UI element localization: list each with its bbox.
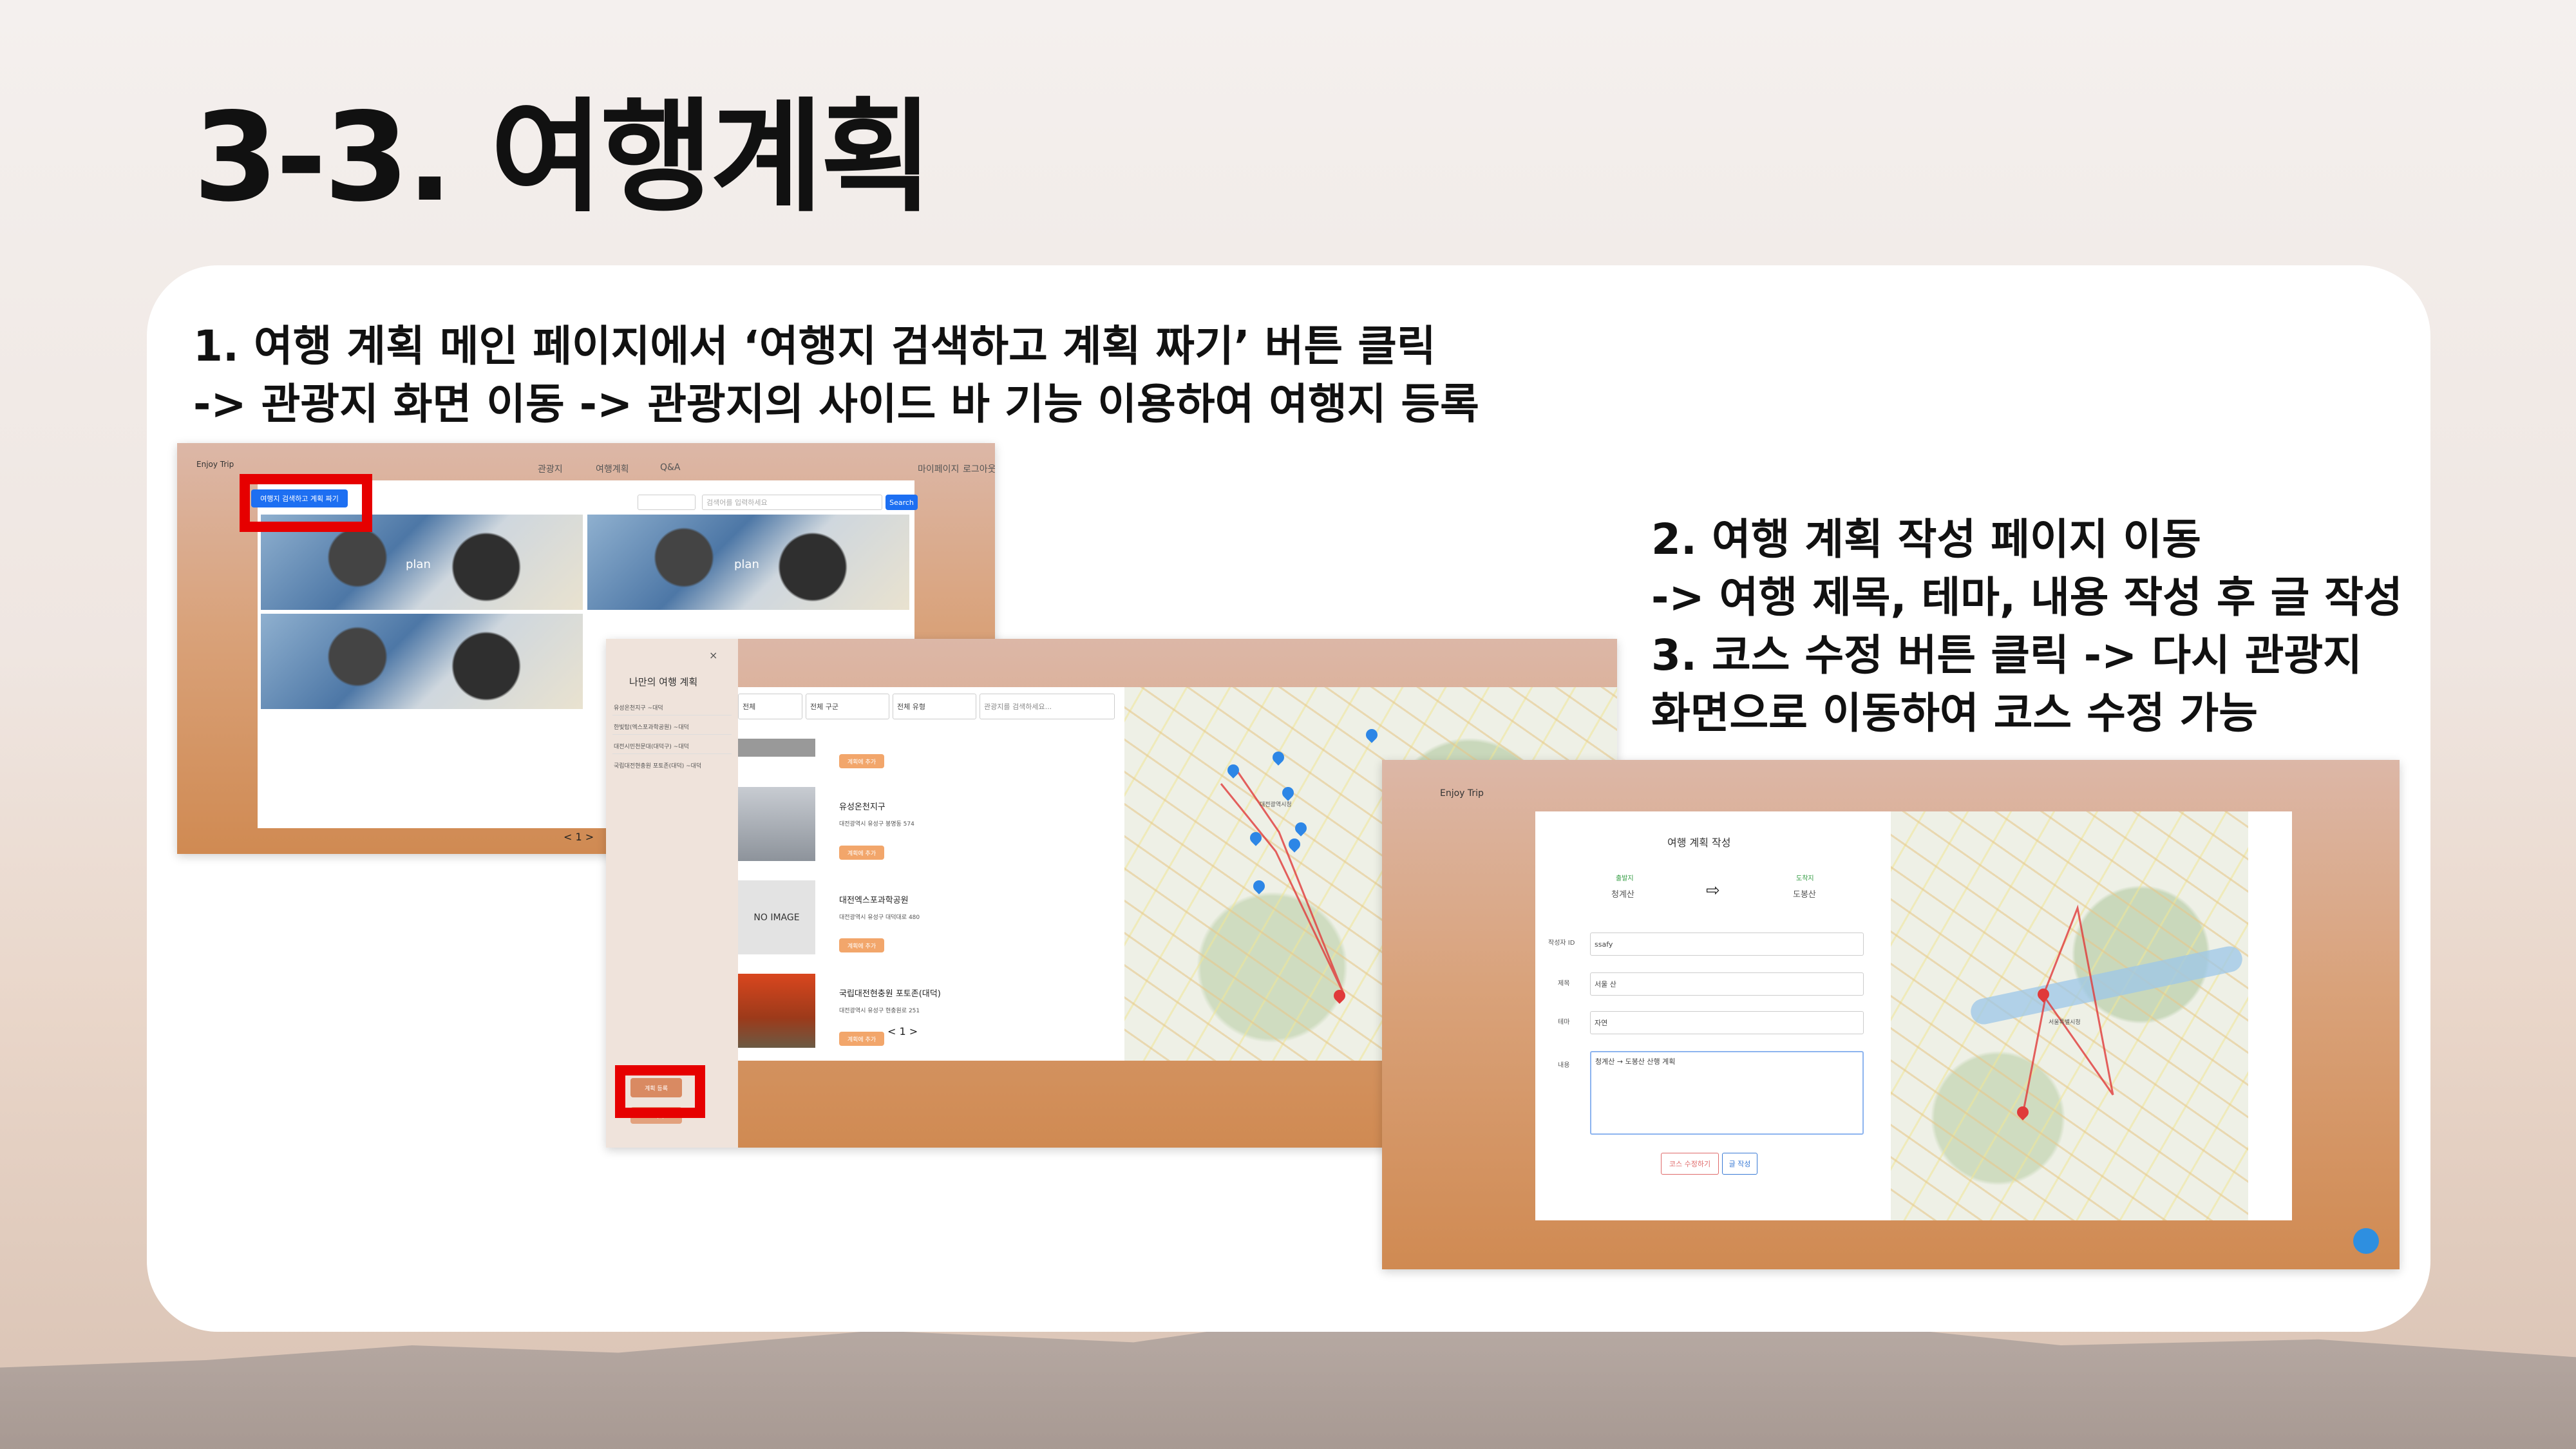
add-to-plan-button[interactable]: 계획에 추가 bbox=[839, 938, 884, 952]
step1-line1: 1. 여행 계획 메인 페이지에서 ‘여행지 검색하고 계획 짜기’ 버튼 클릭 bbox=[193, 321, 1436, 371]
add-to-plan-button[interactable]: 계획에 추가 bbox=[839, 846, 884, 860]
pager[interactable]: < 1 > bbox=[887, 1025, 918, 1037]
close-icon[interactable]: × bbox=[709, 649, 717, 661]
field-label: 내용 bbox=[1558, 1062, 1570, 1069]
add-to-plan-button[interactable]: 계획에 추가 bbox=[839, 754, 884, 768]
search-input[interactable]: 검색어를 입력하세요 bbox=[702, 495, 882, 510]
nav-qna[interactable]: Q&A bbox=[660, 462, 681, 473]
result-address: 대전광역시 유성구 봉명동 574 bbox=[839, 821, 914, 828]
author-input[interactable]: ssafy bbox=[1590, 933, 1864, 956]
start-value: 청계산 bbox=[1611, 890, 1634, 900]
result-name[interactable]: 국립대전현충원 포토존(대덕) bbox=[839, 987, 941, 999]
map-label: 서울특별시청 bbox=[2049, 1019, 2081, 1026]
filter-all[interactable]: 전체 bbox=[738, 694, 802, 719]
result-image-3 bbox=[738, 974, 815, 1048]
screenshot-plan-write: Enjoy Trip 여행 계획 작성 출발지 청계산 ⇨ 도착지 도봉산 작성… bbox=[1382, 760, 2400, 1269]
step1-line2: -> 관광지 화면 이동 -> 관광지의 사이드 바 기능 이용하여 여행지 등… bbox=[193, 379, 1479, 429]
step3-line2: 화면으로 이동하여 코스 수정 가능 bbox=[1651, 688, 2258, 738]
brand-logo: Enjoy Trip bbox=[196, 460, 234, 469]
result-name[interactable]: 유성온천지구 bbox=[839, 800, 886, 812]
no-image-placeholder: NO IMAGE bbox=[738, 880, 815, 954]
place-search-input[interactable]: 관광지를 검색하세요... bbox=[980, 694, 1115, 719]
nav-mypage[interactable]: 마이페이지 bbox=[918, 462, 959, 475]
divider bbox=[612, 734, 732, 735]
end-value: 도봉산 bbox=[1793, 890, 1816, 900]
edit-course-button[interactable]: 코스 수정하기 bbox=[1661, 1153, 1719, 1175]
end-label: 도착지 bbox=[1796, 875, 1814, 882]
content-card: 1. 여행 계획 메인 페이지에서 ‘여행지 검색하고 계획 짜기’ 버튼 클릭… bbox=[147, 265, 2430, 1332]
step3-line1: 3. 코스 수정 버튼 클릭 -> 다시 관광지 bbox=[1651, 630, 2362, 680]
plan-sidebar: × 나만의 여행 계획 유성온천지구 ~대덕 한빛탑(엑스포과학공원) ~대덕 … bbox=[606, 639, 738, 1148]
map-label: 대전광역시청 bbox=[1260, 802, 1292, 808]
sidebar-item[interactable]: 유성온천지구 ~대덕 bbox=[614, 703, 663, 712]
theme-select[interactable]: 자연 bbox=[1590, 1011, 1864, 1034]
thumbnail-label-2: plan bbox=[734, 558, 759, 571]
title-input[interactable]: 서울 산 bbox=[1590, 972, 1864, 996]
divider bbox=[612, 753, 732, 754]
plan-thumbnail-3[interactable] bbox=[261, 614, 583, 709]
step2-line1: 2. 여행 계획 작성 페이지 이동 bbox=[1651, 515, 2201, 564]
field-label: 테마 bbox=[1558, 1019, 1570, 1026]
chat-icon[interactable] bbox=[2353, 1228, 2379, 1254]
result-name[interactable]: 대전엑스포과학공원 bbox=[839, 893, 909, 905]
route-lines bbox=[2022, 904, 2114, 1115]
add-to-plan-button[interactable]: 계획에 추가 bbox=[839, 1032, 884, 1046]
sidebar-item[interactable]: 한빛탑(엑스포과학공원) ~대덕 bbox=[614, 723, 689, 731]
start-label: 출발지 bbox=[1616, 875, 1634, 882]
field-label: 제목 bbox=[1558, 980, 1570, 987]
search-button[interactable]: Search bbox=[886, 495, 918, 510]
sidebar-title: 나만의 여행 계획 bbox=[629, 676, 698, 688]
nav-tourist[interactable]: 관광지 bbox=[538, 462, 563, 475]
nav-logout[interactable]: 로그아웃 bbox=[963, 462, 995, 475]
plan-form-panel: 여행 계획 작성 출발지 청계산 ⇨ 도착지 도봉산 작성자 ID ssafy … bbox=[1535, 811, 2292, 1220]
field-label: 작성자 ID bbox=[1548, 940, 1575, 947]
result-address: 대전광역시 유성구 현충원로 251 bbox=[839, 1008, 920, 1014]
thumbnail-label-1: plan bbox=[406, 558, 431, 571]
pager[interactable]: < 1 > bbox=[564, 831, 594, 843]
filter-select[interactable] bbox=[638, 495, 696, 510]
arrow-icon: ⇨ bbox=[1706, 881, 1720, 900]
slide-title: 3-3. 여행계획 bbox=[193, 86, 933, 229]
filter-type[interactable]: 전체 유형 bbox=[893, 694, 976, 719]
step2-line2: -> 여행 제목, 테마, 내용 작성 후 글 작성 bbox=[1651, 573, 2403, 622]
nav-plan[interactable]: 여행계획 bbox=[596, 462, 629, 475]
highlight-box bbox=[240, 474, 372, 532]
form-title: 여행 계획 작성 bbox=[1667, 837, 1731, 849]
brand-logo: Enjoy Trip bbox=[1440, 788, 1484, 799]
plan-map[interactable]: 서울특별시청 bbox=[1891, 811, 2248, 1220]
highlight-box bbox=[615, 1065, 705, 1118]
result-image-0 bbox=[738, 739, 815, 757]
filter-district[interactable]: 전체 구군 bbox=[806, 694, 889, 719]
content-textarea[interactable]: 청계산 → 도봉산 산행 계획 bbox=[1590, 1051, 1864, 1135]
submit-button[interactable]: 글 작성 bbox=[1722, 1153, 1757, 1175]
result-image-1 bbox=[738, 787, 815, 861]
sidebar-item[interactable]: 국립대전현충원 포토존(대덕) ~대덕 bbox=[614, 761, 701, 770]
result-address: 대전광역시 유성구 대덕대로 480 bbox=[839, 914, 920, 921]
sidebar-item[interactable]: 대전시민천문대(대덕구) ~대덕 bbox=[614, 742, 689, 750]
